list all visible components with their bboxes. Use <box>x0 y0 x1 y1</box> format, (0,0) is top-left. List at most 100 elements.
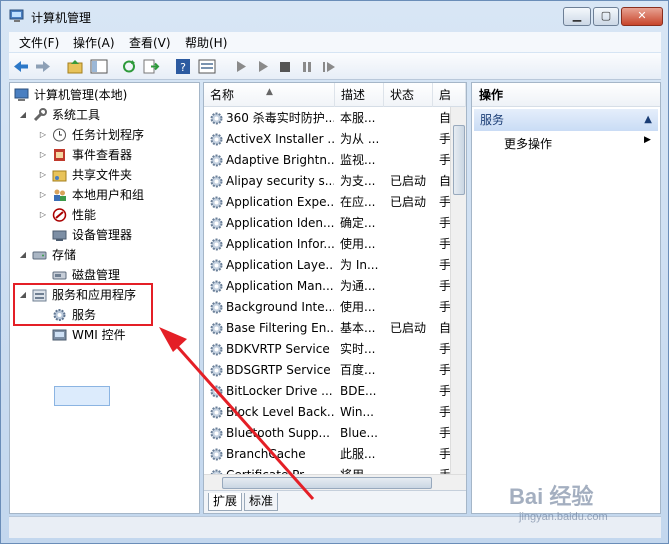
menu-view[interactable]: 查看(V) <box>129 34 171 51</box>
table-row[interactable]: Block Level Back... Win... 手 <box>204 402 451 423</box>
gear-icon <box>210 259 223 272</box>
service-description: Win... <box>340 405 374 419</box>
actions-group-services[interactable]: 服务 ▲ <box>474 109 658 131</box>
selected-node-background <box>54 386 110 406</box>
service-name: Application Iden... <box>226 216 334 230</box>
gear-icon <box>210 154 223 167</box>
collapsed-arrow-icon[interactable]: ▷ <box>38 125 48 145</box>
vertical-scrollbar[interactable] <box>450 107 466 474</box>
properties-icon[interactable] <box>198 58 216 75</box>
table-row[interactable]: Application Infor... 使用... 手 <box>204 234 451 255</box>
collapse-up-icon[interactable]: ▲ <box>644 109 652 131</box>
gear-icon <box>210 343 223 356</box>
service-description: 为通... <box>340 279 376 293</box>
service-description: 监视... <box>340 153 376 167</box>
table-row[interactable]: Application Iden... 确定... 手 <box>204 213 451 234</box>
table-row[interactable]: Alipay security s... 为支... 已启动自 <box>204 171 451 192</box>
collapsed-arrow-icon[interactable]: ▷ <box>38 205 48 225</box>
device-manager-icon <box>52 230 67 241</box>
service-name: Application Infor... <box>226 237 334 251</box>
window-title: 计算机管理 <box>31 11 92 25</box>
vertical-scroll-thumb[interactable] <box>453 125 465 195</box>
forward-arrow-icon[interactable] <box>34 58 52 75</box>
tab-extended[interactable]: 扩展 <box>208 493 243 511</box>
horizontal-scrollbar[interactable] <box>204 474 466 490</box>
tree-label-task-scheduler: 任务计划程序 <box>72 128 145 142</box>
table-row[interactable]: Adaptive Brightn... 监视... 手 <box>204 150 451 171</box>
computer-management-window: 计算机管理 ▁ ▢ ✕ 文件(F) 操作(A) 查看(V) 帮助(H) ? 计算… <box>0 0 669 544</box>
service-name: ActiveX Installer ... <box>226 132 334 146</box>
performance-icon <box>52 208 67 222</box>
column-description[interactable]: 描述 <box>335 83 384 107</box>
table-row[interactable]: BDSGRTP Service 百度... 手 <box>204 360 451 381</box>
baidu-watermark: Bai 经验 jingyan.baidu.com <box>509 479 659 539</box>
submenu-arrow-icon[interactable]: ▶ <box>644 135 651 145</box>
service-name: Application Man... <box>226 279 334 293</box>
actions-pane: 操作 服务 ▲ 更多操作 ▶ <box>471 82 661 514</box>
table-row[interactable]: Application Expe... 在应... 已启动手 <box>204 192 451 213</box>
table-row[interactable]: BitLocker Drive ... BDE... 手 <box>204 381 451 402</box>
collapsed-arrow-icon[interactable]: ▷ <box>38 165 48 185</box>
minimize-button[interactable]: ▁ <box>563 7 591 26</box>
menu-file[interactable]: 文件(F) <box>19 34 59 51</box>
help-icon[interactable]: ? <box>174 58 192 75</box>
table-row[interactable]: Application Man... 为通... 手 <box>204 276 451 297</box>
annotation-highlight-box <box>13 283 153 326</box>
table-row[interactable]: 360 杀毒实时防护... 本服... 自 <box>204 108 451 129</box>
collapsed-arrow-icon[interactable]: ▷ <box>38 145 48 165</box>
table-row[interactable]: ActiveX Installer ... 为从 ... 手 <box>204 129 451 150</box>
watermark-main: Bai 经验 <box>509 484 594 509</box>
service-description: 使用... <box>340 300 376 314</box>
pause-icon[interactable] <box>298 58 316 75</box>
gear-icon <box>210 217 223 230</box>
restart-icon[interactable] <box>320 58 338 75</box>
up-folder-icon[interactable] <box>66 58 84 75</box>
maximize-button[interactable]: ▢ <box>593 7 619 26</box>
table-row[interactable]: Base Filtering En... 基本... 已启动自 <box>204 318 451 339</box>
tree-label-local-users: 本地用户和组 <box>72 188 145 202</box>
tree-label-event-viewer: 事件查看器 <box>72 148 133 162</box>
disk-icon <box>52 271 67 280</box>
gear-icon <box>210 133 223 146</box>
stop-icon[interactable] <box>276 58 294 75</box>
tab-standard[interactable]: 标准 <box>244 493 279 511</box>
table-row[interactable]: BranchCache 此服... 手 <box>204 444 451 465</box>
table-row[interactable]: Bluetooth Supp... Blue... 手 <box>204 423 451 444</box>
title-bar: 计算机管理 ▁ ▢ ✕ <box>1 1 668 31</box>
gear-icon <box>210 238 223 251</box>
table-row[interactable]: BDKVRTP Service 实时... 手 <box>204 339 451 360</box>
list-header: 名称 ▲ 描述 状态 启 <box>204 83 466 107</box>
expanded-arrow-icon[interactable]: ◢ <box>18 105 28 125</box>
menu-help[interactable]: 帮助(H) <box>185 34 227 51</box>
expanded-arrow-icon[interactable]: ◢ <box>18 245 28 265</box>
show-hide-tree-icon[interactable] <box>90 58 108 75</box>
computer-management-icon <box>14 88 29 101</box>
menu-action[interactable]: 操作(A) <box>73 34 115 51</box>
service-description: 此服... <box>340 447 376 461</box>
export-icon[interactable] <box>142 58 160 75</box>
service-description: 为 In... <box>340 258 379 272</box>
tree-label-shared-folders: 共享文件夹 <box>72 168 133 182</box>
play-outline-icon[interactable] <box>254 58 272 75</box>
gear-icon <box>210 196 223 209</box>
table-row[interactable]: Background Inte... 使用... 手 <box>204 297 451 318</box>
refresh-icon[interactable] <box>120 58 138 75</box>
table-row[interactable]: Application Laye... 为 In... 手 <box>204 255 451 276</box>
gear-icon <box>210 280 223 293</box>
column-name[interactable]: 名称 ▲ <box>204 83 335 107</box>
back-arrow-icon[interactable] <box>12 58 30 75</box>
more-actions-link[interactable]: 更多操作 <box>504 135 552 152</box>
service-description: 确定... <box>340 216 376 230</box>
tree-label-root: 计算机管理(本地) <box>34 88 128 102</box>
collapsed-arrow-icon[interactable]: ▷ <box>38 185 48 205</box>
gear-icon <box>210 301 223 314</box>
watermark-sub: jingyan.baidu.com <box>519 511 608 523</box>
service-description: 使用... <box>340 237 376 251</box>
column-status[interactable]: 状态 <box>384 83 433 107</box>
service-name: Application Expe... <box>226 195 334 209</box>
close-button[interactable]: ✕ <box>621 7 663 26</box>
horizontal-scroll-thumb[interactable] <box>222 477 432 489</box>
column-startup[interactable]: 启 <box>433 83 466 107</box>
play-icon[interactable] <box>232 58 250 75</box>
service-name: Adaptive Brightn... <box>226 153 334 167</box>
